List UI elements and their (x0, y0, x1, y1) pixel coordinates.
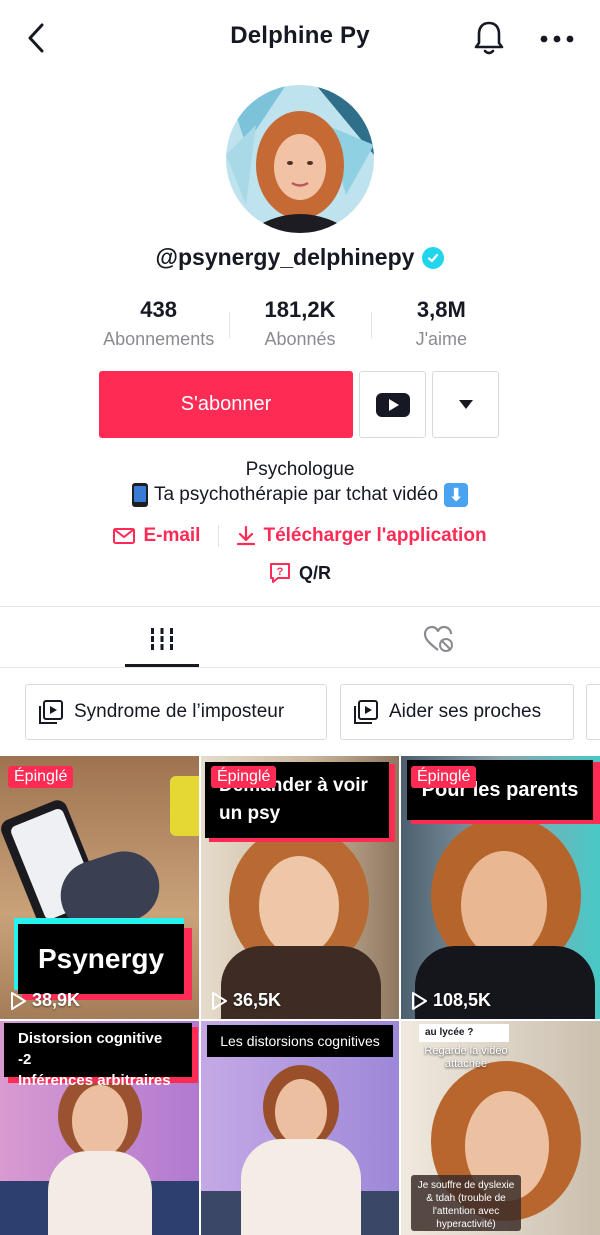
playlist-label: Aider ses proches (389, 701, 542, 722)
grid-icon (151, 628, 173, 650)
face-shape (259, 856, 339, 956)
view-count: 36,5K (211, 990, 281, 1011)
video-caption: Les distorsions cognitives (207, 1025, 393, 1057)
stat-value: 438 (140, 297, 178, 322)
face-shape (461, 851, 547, 959)
down-arrow-icon: ⬇ (444, 483, 469, 507)
play-icon (11, 991, 26, 1010)
question-bubble-icon: ? (269, 563, 290, 583)
view-count-value: 36,5K (233, 990, 282, 1010)
playlist-icon (354, 700, 378, 724)
bio-line: Psychologue (245, 459, 355, 480)
mug-shape (170, 776, 199, 836)
stat-likes[interactable]: 3,8M J'aime (370, 296, 512, 356)
youtube-icon (375, 392, 410, 417)
stat-value: 3,8M (416, 297, 466, 322)
face-shape (275, 1079, 327, 1145)
caption-line: Inférences arbitraires (18, 1072, 171, 1089)
mobile-phone-icon (131, 483, 148, 507)
caption-bubble: au lycée ? (419, 1024, 509, 1042)
caption-line: Distorsion cognitive -2 (18, 1030, 163, 1068)
pinned-badge: Épinglé (211, 766, 277, 788)
play-icon (412, 991, 427, 1010)
bio-text: Ta psychothérapie par tchat vidéo (153, 484, 439, 505)
notification-button[interactable] (470, 18, 508, 58)
divider (218, 525, 220, 547)
bell-icon (474, 21, 504, 55)
stat-label: J'aime (415, 329, 468, 349)
download-app-link[interactable]: Télécharger l'application (237, 525, 487, 547)
tab-videos[interactable] (125, 612, 199, 666)
video-thumbnail[interactable]: Les distorsions cognitives (201, 1021, 399, 1235)
stat-label: Abonnés (264, 329, 336, 349)
username: @psynergy_delphinepy (155, 244, 415, 270)
caret-down-icon (458, 400, 473, 409)
youtube-button[interactable] (359, 371, 426, 438)
face-shape (72, 1085, 128, 1157)
view-count: 108,5K (411, 990, 491, 1011)
top-bar: Delphine Py (0, 0, 600, 78)
video-thumbnail[interactable]: Psynergy Épinglé 38,9K (0, 756, 199, 1019)
bio-line: Ta psychothérapie par tchat vidéo ⬇ (0, 482, 600, 508)
view-count-value: 108,5K (433, 990, 492, 1010)
qa-link[interactable]: ? Q/R (0, 562, 600, 584)
email-label: E-mail (143, 525, 201, 546)
divider (0, 667, 600, 668)
playlist-row: Syndrome de l’imposteur Aider ses proche… (0, 684, 600, 742)
more-horizontal-icon (540, 35, 574, 43)
playlist-chip[interactable]: Aider ses proches (340, 684, 574, 740)
video-thumbnail[interactable]: Demander à voir un psy Épinglé 36,5K (201, 756, 399, 1019)
stat-followers[interactable]: 181,2K Abonnés (229, 296, 370, 356)
video-thumbnail[interactable]: au lycée ? Regarde la vidéo attachée Je … (401, 1021, 600, 1235)
video-grid: Psynergy Épinglé 38,9K Demander à voir u… (0, 756, 600, 1235)
page-title: Delphine Py (230, 22, 370, 49)
playlist-icon (39, 700, 63, 724)
follow-button[interactable]: S'abonner (99, 371, 353, 438)
stat-label: Abonnements (103, 329, 215, 349)
more-options-button[interactable] (536, 24, 578, 54)
playlist-label: Syndrome de l’imposteur (74, 701, 285, 722)
video-thumbnail[interactable]: Distorsion cognitive -2 Inférences arbit… (0, 1021, 199, 1235)
video-caption: Distorsion cognitive -2 Inférences arbit… (4, 1023, 192, 1089)
view-count-value: 38,9K (32, 990, 81, 1010)
envelope-icon (113, 528, 136, 544)
profile-links: E-mail Télécharger l'application (0, 522, 600, 550)
pinned-badge: Épinglé (411, 766, 477, 788)
play-icon (212, 991, 227, 1010)
clothing-shape (48, 1151, 152, 1235)
clothing-shape (241, 1139, 361, 1235)
download-label: Télécharger l'application (263, 525, 487, 546)
suggested-accounts-button[interactable] (432, 371, 499, 438)
download-icon (237, 526, 256, 546)
tab-liked[interactable] (402, 612, 476, 666)
caption-text: Regarde la vidéo attachée (424, 1045, 508, 1070)
caption-text: Je souffre de dyslexie & tdah (trouble d… (411, 1175, 521, 1231)
verified-badge-icon (422, 246, 445, 269)
video-thumbnail[interactable]: Pour les parents Épinglé 108,5K (401, 756, 600, 1019)
hidden-heart-icon (423, 625, 453, 652)
pinned-badge: Épinglé (8, 766, 74, 788)
playlist-chip[interactable]: Syndrome de l’imposteur (25, 684, 327, 740)
caption-line: un psy (219, 803, 281, 824)
playlist-chip[interactable] (586, 684, 600, 740)
username-row: @psynergy_delphinepy (0, 244, 600, 271)
view-count: 38,9K (10, 990, 80, 1011)
qa-label: Q/R (298, 562, 331, 583)
svg-text:?: ? (277, 566, 284, 578)
avatar[interactable] (226, 85, 374, 233)
stat-following[interactable]: 438 Abonnements (88, 296, 229, 356)
stat-value: 181,2K (264, 297, 336, 322)
video-caption: Psynergy (18, 924, 184, 994)
profile-stats: 438 Abonnements 181,2K Abonnés 3,8M J'ai… (88, 296, 512, 356)
email-link[interactable]: E-mail (113, 525, 200, 547)
divider (0, 606, 600, 607)
